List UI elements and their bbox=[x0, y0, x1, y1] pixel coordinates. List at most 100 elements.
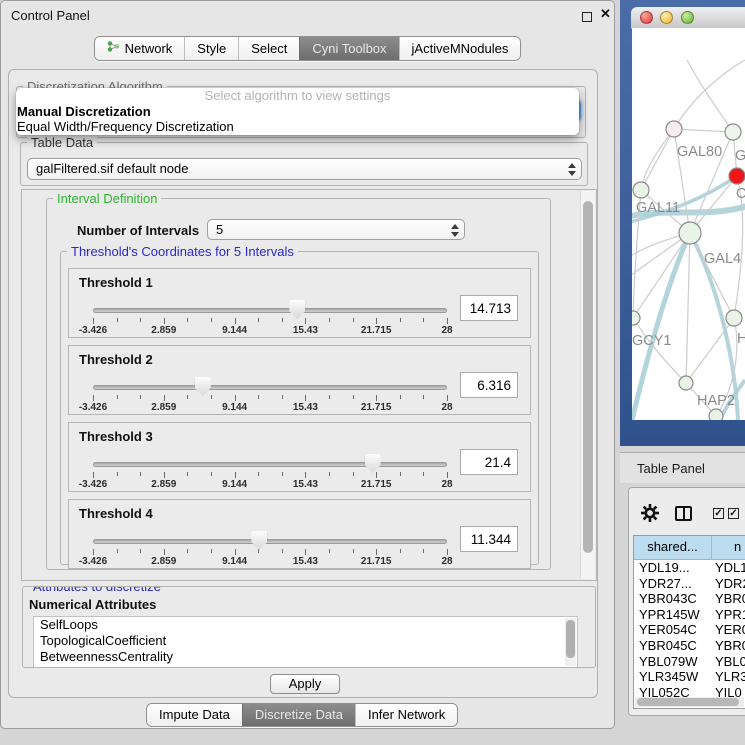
network-edge[interactable] bbox=[687, 60, 733, 132]
table-row[interactable]: YER054CYER0 bbox=[634, 622, 745, 638]
interval-definition-group: Interval Definition Number of Intervals … bbox=[46, 198, 551, 570]
dropdown-option-manual-discretization[interactable]: Manual Discretization bbox=[16, 104, 579, 119]
node-label: GAL4 bbox=[704, 251, 741, 267]
slider-tick bbox=[400, 395, 401, 399]
checkbox-checked-icon[interactable]: ✓ bbox=[713, 508, 724, 519]
tab-style[interactable]: Style bbox=[184, 37, 238, 60]
slider-thumb-icon[interactable] bbox=[251, 531, 267, 550]
network-node[interactable] bbox=[679, 222, 701, 244]
tab-network[interactable]: Network bbox=[95, 37, 185, 60]
tab-cyni-toolbox[interactable]: Cyni Toolbox bbox=[299, 37, 398, 60]
list-item-topologicalcoefficient[interactable]: TopologicalCoefficient bbox=[34, 633, 577, 649]
vertical-scrollbar[interactable] bbox=[580, 191, 595, 579]
slider-tick bbox=[376, 318, 377, 324]
cell-name: YDR2 bbox=[712, 576, 745, 592]
slider-tick bbox=[140, 395, 141, 399]
slider-tick-label: 28 bbox=[419, 402, 475, 413]
slider-tick bbox=[400, 472, 401, 476]
list-scrollbar[interactable] bbox=[565, 618, 576, 666]
slider-tick bbox=[353, 318, 354, 322]
column-header-shared-name[interactable]: shared... bbox=[634, 536, 712, 559]
num-intervals-combobox[interactable]: 5 bbox=[207, 219, 465, 240]
threshold-value-field[interactable]: 21.4 bbox=[460, 449, 518, 475]
network-edge[interactable] bbox=[641, 129, 674, 190]
float-window-icon[interactable] bbox=[582, 12, 592, 22]
network-edge[interactable] bbox=[686, 318, 734, 383]
slider-track[interactable] bbox=[93, 385, 447, 390]
network-edge[interactable] bbox=[633, 318, 686, 383]
close-icon[interactable]: ✕ bbox=[600, 6, 611, 22]
network-canvas[interactable]: GAL80GAGAL11CGAL4GCY1HHAP2 bbox=[632, 28, 745, 420]
node-attribute-table[interactable]: shared... n YDL19...YDL1YDR27...YDR2YBR0… bbox=[633, 535, 745, 709]
network-node[interactable] bbox=[709, 409, 723, 420]
dropdown-option-equal-width-frequency-discretization[interactable]: Equal Width/Frequency Discretization bbox=[16, 119, 579, 134]
network-node[interactable] bbox=[633, 182, 649, 198]
tab-discretize-data[interactable]: Discretize Data bbox=[242, 704, 355, 726]
settings-scroll-area: Interval Definition Number of Intervals … bbox=[21, 189, 597, 581]
node-label: C bbox=[736, 186, 745, 202]
tab-infer-network[interactable]: Infer Network bbox=[355, 704, 457, 726]
table-row[interactable]: YLR345WYLR3 bbox=[634, 669, 745, 685]
network-edge[interactable] bbox=[674, 129, 733, 132]
network-node[interactable] bbox=[725, 124, 741, 140]
columns-icon[interactable] bbox=[675, 506, 692, 521]
threshold-value-field[interactable]: 6.316 bbox=[460, 372, 518, 398]
slider-tick bbox=[376, 395, 377, 401]
network-edge-highlighted[interactable] bbox=[632, 233, 690, 420]
tab-select[interactable]: Select bbox=[238, 37, 299, 60]
table-row[interactable]: YDR27...YDR2 bbox=[634, 576, 745, 592]
num-intervals-value: 5 bbox=[216, 222, 223, 237]
scrollbar-thumb[interactable] bbox=[566, 620, 575, 658]
network-node[interactable] bbox=[632, 311, 640, 325]
minimize-traffic-light-icon[interactable] bbox=[660, 11, 673, 24]
close-traffic-light-icon[interactable] bbox=[640, 11, 653, 24]
threshold-label: Threshold 2 bbox=[79, 352, 153, 367]
threshold-value-field[interactable]: 14.713 bbox=[460, 295, 518, 321]
network-edge[interactable] bbox=[690, 233, 734, 318]
scrollbar-thumb[interactable] bbox=[637, 698, 739, 706]
list-item-betweennesscentrality[interactable]: BetweennessCentrality bbox=[34, 649, 577, 665]
table-header-row: shared... n bbox=[634, 536, 745, 560]
network-node[interactable] bbox=[729, 168, 745, 184]
table-row[interactable]: YBR045CYBR0 bbox=[634, 638, 745, 654]
slider-track[interactable] bbox=[93, 308, 447, 313]
network-edge[interactable] bbox=[674, 60, 745, 129]
slider-track[interactable] bbox=[93, 462, 447, 467]
slider-thumb-icon[interactable] bbox=[289, 300, 305, 319]
network-node[interactable] bbox=[666, 121, 682, 137]
window-title: Control Panel bbox=[11, 8, 90, 23]
table-row[interactable]: YBR043CYBR0 bbox=[634, 591, 745, 607]
slider-tick bbox=[164, 318, 165, 324]
zoom-traffic-light-icon[interactable] bbox=[681, 11, 694, 24]
slider-tick bbox=[140, 472, 141, 476]
slider-tick bbox=[400, 318, 401, 322]
apply-button[interactable]: Apply bbox=[270, 674, 340, 694]
horizontal-scrollbar[interactable] bbox=[635, 697, 744, 707]
threshold-value-field[interactable]: 11.344 bbox=[460, 526, 518, 552]
column-header-name[interactable]: n bbox=[712, 536, 745, 559]
node-label: GA bbox=[735, 148, 745, 164]
stepper-icon bbox=[450, 224, 459, 237]
network-window-titlebar[interactable] bbox=[631, 7, 745, 29]
network-node[interactable] bbox=[679, 376, 693, 390]
slider-thumb-icon[interactable] bbox=[195, 377, 211, 396]
list-item-selfloops[interactable]: SelfLoops bbox=[34, 617, 577, 633]
group-title: Attributes to discretize bbox=[29, 586, 165, 594]
network-node[interactable] bbox=[726, 310, 742, 326]
gear-icon[interactable] bbox=[640, 503, 660, 523]
network-edge[interactable] bbox=[686, 233, 690, 383]
scrollbar-thumb[interactable] bbox=[583, 201, 593, 553]
slider-tick bbox=[211, 472, 212, 476]
tab-jactivemnodules[interactable]: jActiveMNodules bbox=[399, 37, 521, 60]
slider-track[interactable] bbox=[93, 539, 447, 544]
table-row[interactable]: YBL079WYBL0 bbox=[634, 654, 745, 670]
table-row[interactable]: YDL19...YDL1 bbox=[634, 560, 745, 576]
threshold-label: Threshold 1 bbox=[79, 275, 153, 290]
checkbox-checked-icon[interactable]: ✓ bbox=[728, 508, 739, 519]
cell-shared-name: YDR27... bbox=[634, 576, 712, 592]
numerical-attributes-list[interactable]: SelfLoopsTopologicalCoefficientBetweenne… bbox=[33, 616, 578, 668]
table-row[interactable]: YPR145WYPR1 bbox=[634, 607, 745, 623]
table-data-combobox[interactable]: galFiltered.sif default node bbox=[27, 158, 582, 180]
slider-thumb-icon[interactable] bbox=[365, 454, 381, 473]
tab-impute-data[interactable]: Impute Data bbox=[147, 704, 242, 726]
